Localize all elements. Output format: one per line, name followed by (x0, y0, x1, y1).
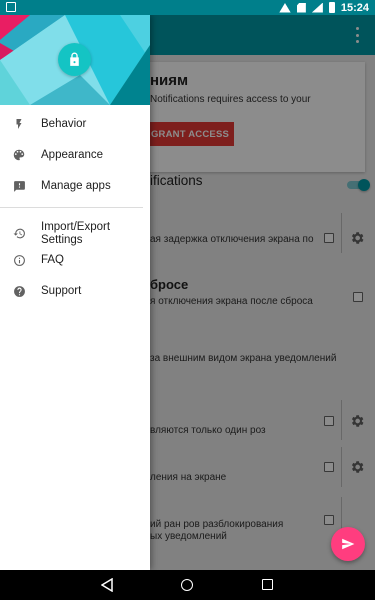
info-icon (12, 253, 26, 267)
lock-icon (70, 52, 79, 66)
signal-icon (311, 2, 323, 13)
restore-icon (12, 226, 26, 240)
send-icon (342, 538, 355, 550)
drawer-item-behavior[interactable]: Behavior (0, 109, 150, 139)
drawer-item-label: Manage apps (41, 179, 111, 192)
drawer-item-manage-apps[interactable]: Manage apps (0, 171, 150, 201)
palette-icon (12, 148, 26, 162)
drawer-header (0, 15, 150, 105)
drawer-item-support[interactable]: Support (0, 276, 150, 306)
status-bar: 15:24 (0, 0, 375, 15)
drawer-divider (0, 207, 143, 208)
navigation-drawer: Behavior Appearance Manage apps Import/E… (0, 15, 150, 570)
drawer-item-label: Support (41, 284, 82, 297)
recent-apps-icon[interactable] (262, 579, 273, 590)
status-time: 15:24 (340, 1, 369, 14)
battery-icon (328, 2, 335, 13)
screenshot-notification-icon (6, 2, 16, 12)
drawer-item-label: Appearance (41, 148, 104, 161)
send-fab[interactable] (331, 527, 365, 561)
drawer-item-label: FAQ (41, 253, 65, 266)
flash-icon (12, 117, 26, 131)
home-icon[interactable] (181, 579, 193, 591)
wifi-icon (279, 3, 291, 13)
manage-apps-icon (12, 179, 26, 193)
back-icon[interactable] (101, 578, 113, 592)
drawer-item-appearance[interactable]: Appearance (0, 140, 150, 170)
drawer-item-faq[interactable]: FAQ (0, 245, 150, 275)
system-navigation-bar (0, 570, 375, 600)
help-icon (12, 284, 26, 298)
drawer-item-label: Import/Export Settings (41, 221, 111, 246)
sim-icon (296, 2, 306, 13)
drawer-item-label: Behavior (41, 117, 87, 130)
status-icons: 15:24 (279, 0, 369, 15)
app-logo (58, 43, 91, 76)
